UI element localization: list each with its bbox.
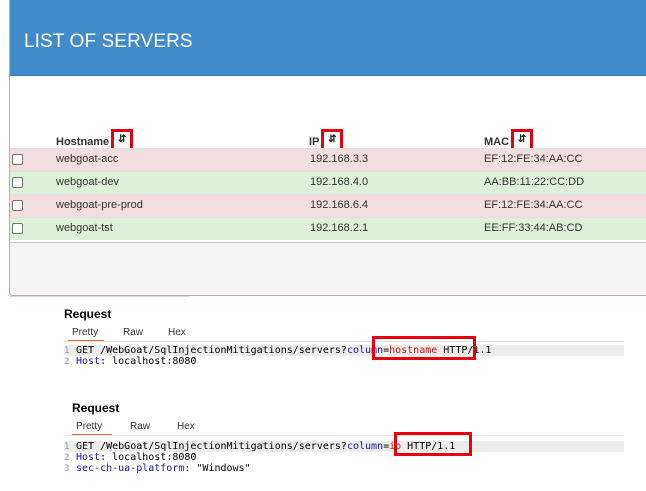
column-label-ip: IP	[309, 136, 320, 148]
cell-mac: AA:BB:11:22:CC:DD	[484, 176, 585, 188]
sort-arrows-icon: ⇵	[328, 134, 337, 145]
header-name: Host	[76, 452, 101, 463]
code-line: 2 Host: localhost:8080	[64, 356, 624, 367]
request-code[interactable]: 1 GET /WebGoat/SqlInjectionMitigations/se…	[64, 336, 624, 367]
sort-arrows-icon: ⇵	[517, 134, 527, 145]
table-row[interactable]: webgoat-dev 192.168.4.0 AA:BB:11:22:CC:D…	[10, 171, 646, 194]
highlight-box	[372, 336, 476, 360]
cell-hostname: webgoat-dev	[56, 176, 119, 188]
cell-hostname: webgoat-acc	[56, 153, 119, 165]
tab-raw[interactable]: Raw	[123, 327, 143, 338]
tabs-divider	[64, 435, 624, 436]
header-name: Host	[76, 356, 101, 367]
cell-ip: 192.168.3.3	[310, 153, 369, 165]
request-code[interactable]: 1 GET /WebGoat/SqlInjectionMitigations/se…	[64, 432, 624, 474]
table-header: Hostname ⇵ IP ⇵ MAC ⇵	[10, 128, 646, 151]
tab-pretty[interactable]: Pretty	[76, 421, 102, 432]
request-path: /WebGoat/SqlInjectionMitigations/servers…	[100, 441, 347, 452]
cell-ip: 192.168.2.1	[310, 222, 369, 234]
header-value: : localhost:8080	[100, 452, 197, 463]
code-line: 2 Host: localhost:8080	[64, 452, 624, 463]
request-tabs: Pretty Raw Hex	[64, 325, 624, 342]
cell-mac: EF:12:FE:34:AA:CC	[484, 199, 583, 211]
code-line: 1 GET /WebGoat/SqlInjectionMitigations/se…	[64, 345, 624, 356]
request-panel-1: Request Pretty Raw Hex 1 GET /WebGoat/Sql…	[64, 307, 624, 367]
panel-title: LIST OF SERVERS	[24, 31, 193, 52]
panel-spacer	[10, 76, 646, 128]
line-number: 3	[64, 464, 70, 474]
row-checkbox[interactable]	[12, 200, 23, 211]
request-title: Request	[64, 307, 112, 321]
cell-ip: 192.168.6.4	[310, 199, 369, 211]
tab-hex[interactable]: Hex	[168, 327, 186, 338]
servers-panel: LIST OF SERVERS Hostname ⇵ IP ⇵ MAC ⇵ we…	[9, 0, 646, 296]
cell-hostname: webgoat-pre-prod	[56, 199, 143, 211]
tab-pretty[interactable]: Pretty	[72, 327, 98, 338]
column-label-mac: MAC	[484, 136, 510, 148]
code-line: 1 GET /WebGoat/SqlInjectionMitigations/se…	[64, 441, 624, 452]
line-number: 2	[64, 357, 70, 367]
request-tabs: Pretty Raw Hex	[64, 419, 624, 436]
http-method: GET	[76, 345, 101, 356]
tabs-divider	[64, 341, 624, 342]
cell-mac: EF:12:FE:34:AA:CC	[484, 153, 583, 165]
header-name: sec-ch-ua-platform	[76, 463, 185, 474]
request-title: Request	[72, 401, 120, 415]
table-body: webgoat-acc 192.168.3.3 EF:12:FE:34:AA:C…	[10, 148, 646, 240]
panel-header: LIST OF SERVERS	[10, 0, 646, 76]
request-path: /WebGoat/SqlInjectionMitigations/servers…	[100, 345, 347, 356]
cell-hostname: webgoat-tst	[56, 222, 113, 234]
column-label-hostname: Hostname	[56, 136, 110, 148]
table-row[interactable]: webgoat-acc 192.168.3.3 EF:12:FE:34:AA:C…	[10, 148, 646, 171]
cell-ip: 192.168.4.0	[310, 176, 369, 188]
table-row[interactable]: webgoat-tst 192.168.2.1 EE:FF:33:44:AB:C…	[10, 217, 646, 240]
param-key: column	[346, 441, 384, 452]
panel-footer-area	[10, 243, 646, 295]
cell-mac: EE:FF:33:44:AB:CD	[484, 222, 583, 234]
header-value: : "Windows"	[184, 463, 251, 474]
row-checkbox[interactable]	[12, 154, 23, 165]
divider	[9, 296, 189, 297]
code-line: 3 sec-ch-ua-platform: "Windows"	[64, 463, 624, 474]
sort-arrows-icon: ⇵	[117, 134, 127, 145]
row-checkbox[interactable]	[12, 223, 23, 234]
table-row[interactable]: webgoat-pre-prod 192.168.6.4 EF:12:FE:34…	[10, 194, 646, 217]
request-panel-2: Request Pretty Raw Hex 1 GET /WebGoat/Sql…	[64, 401, 624, 474]
header-value: : localhost:8080	[100, 356, 197, 367]
tab-raw[interactable]: Raw	[130, 421, 150, 432]
highlight-box	[394, 432, 472, 456]
http-method: GET	[76, 441, 101, 452]
row-checkbox[interactable]	[12, 177, 23, 188]
tab-hex[interactable]: Hex	[177, 421, 195, 432]
